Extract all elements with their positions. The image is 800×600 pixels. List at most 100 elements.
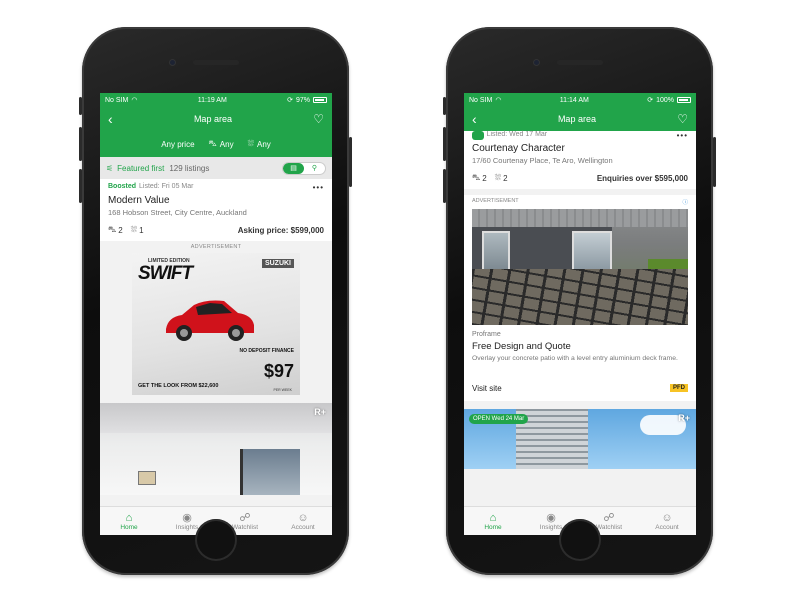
ad-info-icon[interactable]: ⓘ: [682, 198, 688, 206]
wall-art: [138, 471, 156, 485]
home-button: [559, 519, 601, 561]
front-camera: [169, 59, 176, 66]
listing-address: 168 Hobson Street, City Centre, Auckland: [108, 208, 247, 217]
ad-amount: $97: [263, 361, 294, 381]
tab-watchlist-label: Watchlist: [595, 523, 623, 531]
back-icon[interactable]: ‹: [472, 112, 477, 126]
screen-left: No SIM ◠ 11:19 AM ⟳ 97% ‹ Map area ♡ Any…: [100, 93, 332, 535]
power-button: [713, 137, 716, 187]
ad-per-week: PER WEEK: [273, 388, 292, 392]
account-icon: ☺: [297, 511, 309, 524]
volume-down-button: [443, 169, 446, 203]
listing-photo[interactable]: OPEN Wed 24 Mar R+: [464, 408, 696, 469]
open-home-badge: OPEN Wed 24 Mar: [469, 413, 529, 424]
volume-up-button: [79, 127, 82, 161]
ad-title: Free Design and Quote: [472, 341, 571, 352]
beds-count: ⛍ 2: [108, 225, 123, 235]
sliders-icon: ⚟: [106, 163, 114, 173]
home-icon: ⌂: [489, 511, 497, 524]
home-button: [195, 519, 237, 561]
binoculars-icon: ☍: [239, 511, 251, 524]
baths-value: 1: [139, 225, 144, 235]
open-badge: [472, 131, 484, 140]
status-bar: No SIM ◠ 11:14 AM ⟳ 100%: [464, 93, 696, 107]
home-icon: ⌂: [125, 511, 133, 524]
beds-filter-label: Any: [219, 139, 234, 149]
favorite-heart-icon[interactable]: ♡: [677, 113, 688, 125]
more-options-icon[interactable]: •••: [313, 183, 324, 192]
battery-percent: 100%: [656, 96, 674, 104]
phone-left: No SIM ◠ 11:19 AM ⟳ 97% ‹ Map area ♡ Any…: [79, 27, 352, 575]
ad-tagline: GET THE LOOK FROM $22,600: [138, 383, 219, 389]
view-toggle[interactable]: ▤ ⚲: [282, 161, 326, 175]
nav-bar: ‹ Map area ♡: [464, 107, 696, 131]
baths-filter-label: Any: [257, 139, 271, 149]
listing-address: 17/60 Courtenay Place, Te Aro, Wellingto…: [472, 156, 613, 165]
bath-icon: ⛆: [247, 139, 254, 148]
volume-up-button: [443, 127, 446, 161]
lock-rotation-icon: ⟳: [287, 97, 293, 104]
mute-switch: [443, 97, 446, 115]
account-icon: ☺: [661, 511, 673, 524]
ad-offer: NO DEPOSIT FINANCE: [239, 348, 294, 354]
wifi-icon: ◠: [495, 97, 502, 104]
proframe-ad[interactable]: ADVERTISEMENT ⓘ Proframe Free Design and…: [464, 195, 696, 401]
bed-icon: ⛍: [472, 173, 481, 182]
listed-date: Listed: Fri 05 Mar: [139, 183, 194, 190]
bath-icon: ⛆: [130, 225, 138, 234]
tab-account-label: Account: [291, 523, 315, 531]
ad-model: SWIFT: [138, 263, 193, 284]
baths-count: ⛆ 2: [495, 173, 508, 183]
battery-icon: [313, 97, 327, 103]
tab-home[interactable]: ⌂ Home: [464, 507, 522, 535]
status-time: 11:19 AM: [197, 96, 227, 104]
more-options-icon[interactable]: •••: [677, 131, 688, 140]
beds-count: ⛍ 2: [472, 173, 487, 183]
suzuki-ad[interactable]: LIMITED EDITION SWIFT SUZUKI NO DEPOSIT …: [132, 253, 300, 395]
list-view-icon[interactable]: ▤: [283, 162, 304, 174]
bed-icon: ⛍: [108, 225, 117, 234]
listing-count: 129 listings: [169, 163, 210, 173]
tab-account[interactable]: ☺ Account: [638, 507, 696, 535]
red-car-image: [166, 300, 254, 341]
tab-account-label: Account: [655, 523, 679, 531]
baths-value: 2: [503, 173, 508, 183]
tab-home-label: Home: [484, 523, 502, 531]
visit-site-link[interactable]: Visit site: [472, 384, 502, 393]
listing-card[interactable]: Boosted Listed: Fri 05 Mar ••• Modern Va…: [100, 179, 332, 241]
phone-right: No SIM ◠ 11:14 AM ⟳ 100% ‹ Map area ♡ Li…: [443, 27, 716, 575]
price-filter-label: Any price: [161, 139, 195, 149]
earpiece-speaker: [193, 60, 239, 65]
baths-count: ⛆ 1: [131, 225, 144, 235]
price-filter[interactable]: Any price: [161, 140, 194, 149]
listing-title: Modern Value: [108, 195, 170, 206]
ra-plus-icon: R+: [314, 407, 326, 417]
baths-filter[interactable]: ⛆ Any: [248, 139, 271, 149]
back-icon[interactable]: ‹: [108, 112, 113, 126]
beds-value: 2: [118, 225, 123, 235]
eye-icon: ◉: [182, 511, 192, 524]
tab-home[interactable]: ⌂ Home: [100, 507, 158, 535]
proframe-logo: PFD: [670, 384, 688, 393]
sort-bar: ⚟ Featured first 129 listings ▤ ⚲: [100, 157, 332, 179]
tab-account[interactable]: ☺ Account: [274, 507, 332, 535]
filter-bar: Any price ⛍ Any ⛆ Any: [100, 131, 332, 157]
listing-photo[interactable]: R+: [100, 403, 332, 495]
roof: [472, 209, 688, 227]
lock-rotation-icon: ⟳: [647, 97, 654, 104]
map-pin-icon[interactable]: ⚲: [304, 163, 325, 174]
sort-button[interactable]: ⚟ Featured first: [106, 164, 164, 173]
ra-plus-icon: R+: [678, 412, 690, 423]
ad-brand: SUZUKI: [261, 259, 294, 268]
spacer: [100, 395, 332, 403]
screen-right: No SIM ◠ 11:14 AM ⟳ 100% ‹ Map area ♡ Li…: [464, 93, 696, 535]
status-bar: No SIM ◠ 11:19 AM ⟳ 97%: [100, 93, 332, 107]
mute-switch: [79, 97, 82, 115]
listing-card[interactable]: Listed: Wed 17 Mar ••• Courtenay Charact…: [464, 131, 696, 189]
favorite-heart-icon[interactable]: ♡: [313, 113, 324, 125]
tab-watchlist-label: Watchlist: [231, 523, 259, 531]
nav-bar: ‹ Map area ♡: [100, 107, 332, 131]
window-left: [482, 231, 510, 271]
beds-filter[interactable]: ⛍ Any: [209, 139, 234, 149]
beds-value: 2: [482, 173, 487, 183]
